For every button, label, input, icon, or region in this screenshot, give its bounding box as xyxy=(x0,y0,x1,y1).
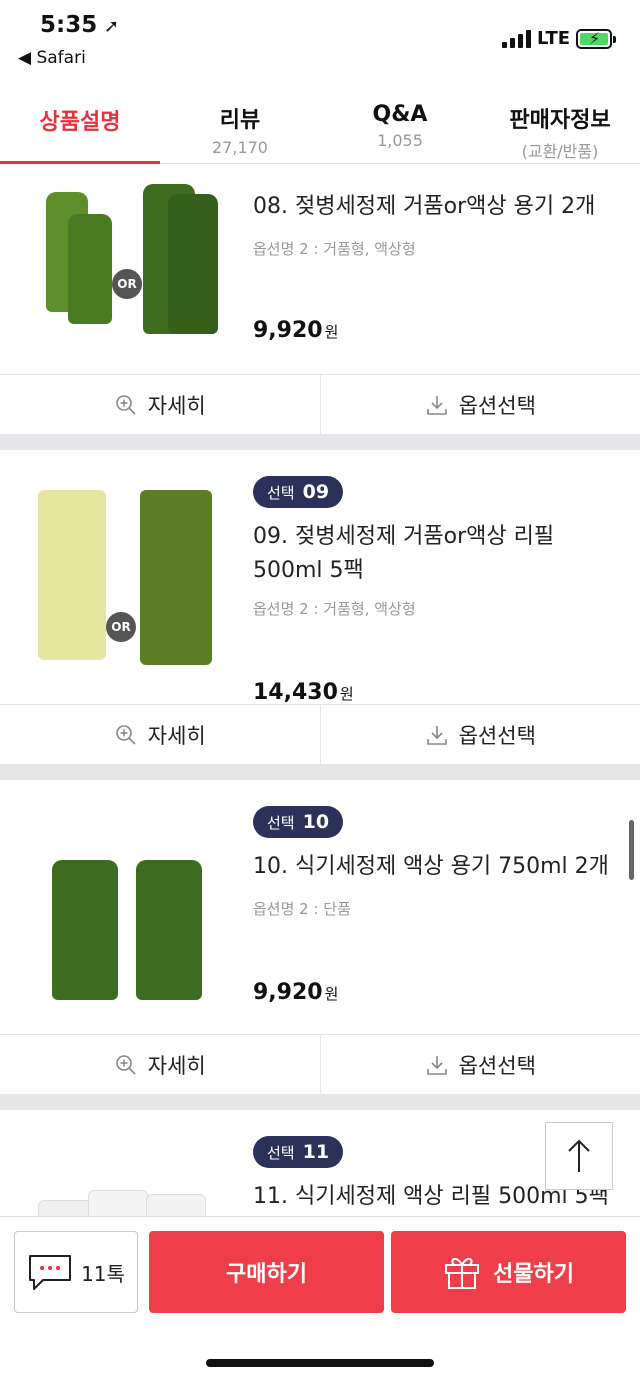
talk-label: 11톡 xyxy=(81,1261,125,1286)
download-icon xyxy=(426,395,447,415)
product-actions: 자세히 옵션선택 xyxy=(0,374,640,434)
product-card: 선택 11 11. 식기세정제 액상 리필 500ml 5팩 xyxy=(0,1110,640,1216)
divider xyxy=(0,1094,640,1110)
product-price: 14,430 원 xyxy=(253,680,354,705)
tab-count: 27,170 xyxy=(212,138,268,157)
arrow-up-icon xyxy=(568,1139,590,1172)
tab-seller-info[interactable]: 판매자정보 (교환/반품) xyxy=(480,84,640,163)
option-select-button[interactable]: 옵션선택 xyxy=(319,375,640,434)
product-actions: 자세히 옵션선택 xyxy=(0,1034,640,1094)
product-card: OR 선택 09 09. 젖병세정제 거품or액상 리필 500ml 5팩 옵션… xyxy=(0,450,640,764)
product-card: 선택 10 10. 식기세정제 액상 용기 750ml 2개 옵션명 2 : 단… xyxy=(0,780,640,1094)
back-to-app-link[interactable]: ◀ Safari xyxy=(18,48,86,68)
tab-label: 리뷰 xyxy=(219,108,261,133)
product-actions: 자세히 옵션선택 xyxy=(0,704,640,764)
product-tabs: 상품설명 리뷰 27,170 Q&A 1,055 판매자정보 (교환/반품) xyxy=(0,84,640,164)
divider xyxy=(0,434,640,450)
zoom-in-icon xyxy=(115,724,136,745)
zoom-in-icon xyxy=(115,1054,136,1075)
product-image[interactable] xyxy=(28,1150,228,1216)
tab-label: 상품설명 xyxy=(39,110,121,135)
detail-button[interactable]: 자세히 xyxy=(0,1035,320,1094)
product-list: OR 선택 08 08. 젖병세정제 거품or액상 용기 2개 옵션명 2 : … xyxy=(0,164,640,1216)
download-icon xyxy=(426,1055,447,1075)
product-card: OR 선택 08 08. 젖병세정제 거품or액상 용기 2개 옵션명 2 : … xyxy=(0,164,640,434)
option-select-button[interactable]: 옵션선택 xyxy=(319,705,640,764)
or-label: OR xyxy=(112,269,142,299)
product-image[interactable]: OR xyxy=(28,164,228,344)
product-title: 08. 젖병세정제 거품or액상 용기 2개 xyxy=(253,194,596,219)
talk-button[interactable]: 11톡 xyxy=(14,1231,138,1313)
home-indicator xyxy=(206,1359,434,1367)
detail-button[interactable]: 자세히 xyxy=(0,375,320,434)
or-label: OR xyxy=(106,612,136,642)
product-option: 옵션명 2 : 단품 xyxy=(253,900,351,918)
status-time: 5:35 xyxy=(40,12,98,38)
tab-description[interactable]: 상품설명 xyxy=(0,84,160,164)
option-badge: 선택 11 xyxy=(253,1136,344,1168)
option-badge: 선택 09 xyxy=(253,476,344,508)
tab-reviews[interactable]: 리뷰 27,170 xyxy=(160,84,320,163)
download-icon xyxy=(426,725,447,745)
tab-label: Q&A xyxy=(372,102,428,127)
product-price: 9,920 원 xyxy=(253,318,339,343)
chat-bubble-icon xyxy=(29,1255,72,1290)
product-image[interactable] xyxy=(28,820,228,1000)
network-type: LTE xyxy=(537,28,571,49)
product-image[interactable]: OR xyxy=(28,480,228,670)
product-title: 10. 식기세정제 액상 용기 750ml 2개 xyxy=(253,854,609,879)
option-select-button[interactable]: 옵션선택 xyxy=(319,1035,640,1094)
product-option: 옵션명 2 : 거품형, 액상형 xyxy=(253,600,416,618)
location-arrow-icon: ➚ xyxy=(104,16,120,37)
buy-button[interactable]: 구매하기 xyxy=(149,1231,384,1313)
product-title: 09. 젖병세정제 거품or액상 리필 500ml 5팩 xyxy=(253,524,555,583)
battery-charging-icon: ⚡ xyxy=(576,29,616,49)
signal-icon xyxy=(502,30,531,48)
divider xyxy=(0,764,640,780)
zoom-in-icon xyxy=(115,394,136,415)
tab-qna[interactable]: Q&A 1,055 xyxy=(320,84,480,163)
option-badge: 선택 10 xyxy=(253,806,344,838)
status-bar: 5:35 ➚ ◀ Safari LTE ⚡ xyxy=(0,0,640,84)
product-price: 9,920 원 xyxy=(253,980,339,1005)
bottom-action-bar: 11톡 구매하기 선물하기 xyxy=(0,1216,640,1384)
product-option: 옵션명 2 : 거품형, 액상형 xyxy=(253,240,416,258)
scroll-to-top-button[interactable] xyxy=(545,1122,613,1190)
gift-icon xyxy=(445,1258,480,1289)
tab-sub: (교환/반품) xyxy=(521,142,599,161)
tab-count: 1,055 xyxy=(377,131,423,150)
gift-button[interactable]: 선물하기 xyxy=(391,1231,626,1313)
tab-label: 판매자정보 xyxy=(509,108,611,133)
detail-button[interactable]: 자세히 xyxy=(0,705,320,764)
scrollbar[interactable] xyxy=(629,820,634,880)
